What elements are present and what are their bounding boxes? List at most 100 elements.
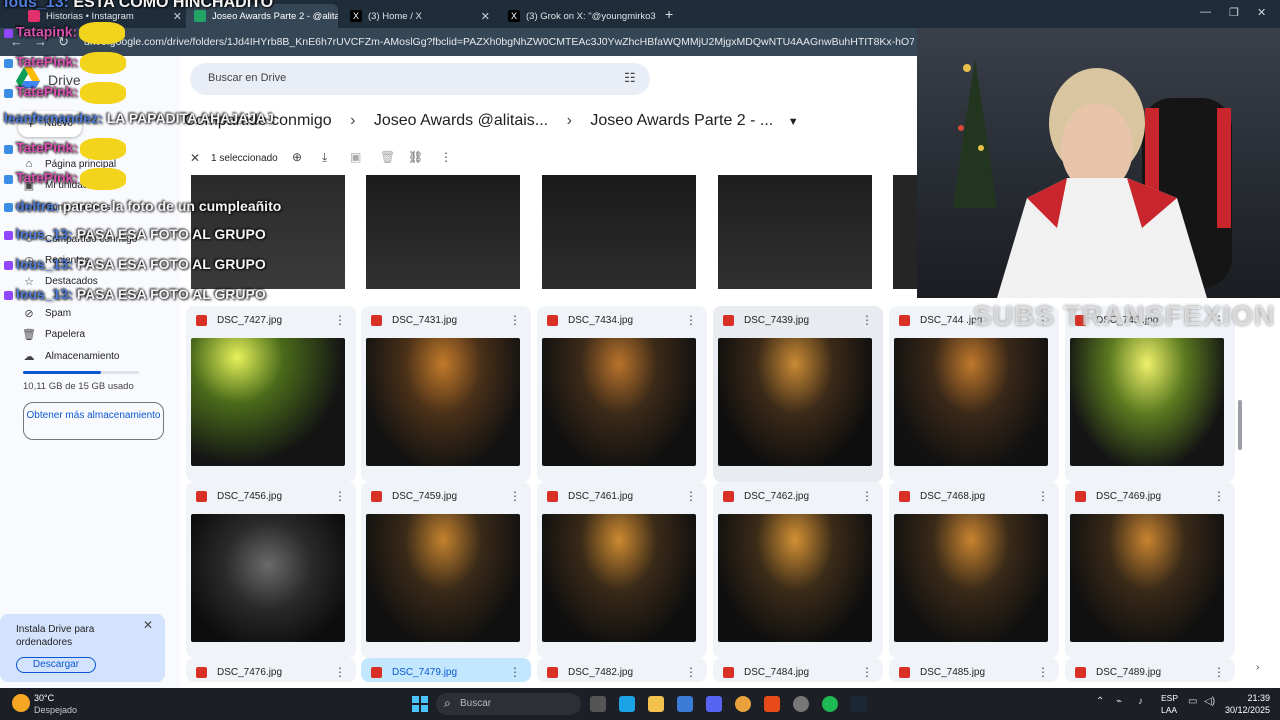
wifi-off-icon[interactable]: ⌁	[1116, 696, 1122, 707]
weather-sun-icon[interactable]	[12, 694, 30, 712]
language-indicator-2[interactable]: LAA	[1161, 705, 1177, 715]
file-explorer-icon[interactable]	[648, 696, 664, 712]
close-window-icon[interactable]: ✕	[1257, 6, 1266, 19]
photo-thumbnail[interactable]	[366, 175, 520, 289]
windows-start-icon[interactable]	[412, 696, 428, 712]
more-vert-icon[interactable]: ⋮	[509, 665, 521, 679]
share-icon[interactable]: ⊕	[292, 150, 302, 164]
tab-grok[interactable]: X (3) Grok on X: "@youngmirko3 ✕	[500, 4, 660, 28]
more-vert-icon[interactable]: ⋮	[1213, 489, 1225, 503]
file-tile[interactable]: DSC_7456.jpg ⋮	[186, 482, 356, 658]
more-vert-icon[interactable]: ⋮	[334, 489, 346, 503]
obs-icon[interactable]	[793, 696, 809, 712]
clear-selection-icon[interactable]: ✕	[190, 151, 200, 165]
close-icon[interactable]: ✕	[143, 618, 153, 632]
tab-x-home[interactable]: X (3) Home / X ✕	[342, 4, 498, 28]
storage-text: 10,11 GB de 15 GB usado	[23, 381, 134, 392]
get-more-storage-button[interactable]: Obtener más almacenamiento	[23, 402, 164, 440]
task-view-icon[interactable]	[590, 696, 606, 712]
network-icon[interactable]: ▭	[1188, 696, 1197, 707]
chevron-down-icon[interactable]: ▼	[788, 116, 799, 128]
more-vert-icon[interactable]: ⋮	[861, 665, 873, 679]
spotify-icon[interactable]	[822, 696, 838, 712]
file-tile[interactable]: DSC_7468.jpg ⋮	[889, 482, 1059, 658]
clock-time[interactable]: 21:39	[1222, 693, 1270, 703]
taskbar-search[interactable]: ⌕ Buscar	[436, 693, 581, 715]
file-tile[interactable]: DSC_7462.jpg ⋮	[713, 482, 883, 658]
file-tile[interactable]: DSC_7461.jpg ⋮	[537, 482, 707, 658]
more-vert-icon[interactable]: ⋮	[685, 665, 697, 679]
file-tile[interactable]: DSC_7476.jpg ⋮	[186, 658, 356, 682]
trash-icon[interactable]: 🗑	[380, 150, 395, 164]
more-vert-icon[interactable]: ⋮	[509, 313, 521, 327]
sidebar-item-trash[interactable]: 🗑 Papelera	[22, 324, 85, 344]
app-icon[interactable]	[764, 696, 780, 712]
url-field[interactable]: drive.google.com/drive/folders/1Jd4IHYrb…	[84, 32, 914, 52]
more-vert-icon[interactable]: ⋮	[685, 489, 697, 503]
badge-icon	[4, 290, 13, 300]
photo-thumbnail[interactable]	[542, 175, 696, 289]
search-input[interactable]: Buscar en Drive	[208, 72, 286, 84]
file-tile[interactable]: DSC_7431.jpg ⋮	[361, 306, 531, 482]
chevron-right-icon[interactable]: ›	[1256, 662, 1259, 673]
more-vert-icon[interactable]: ⋮	[1037, 489, 1049, 503]
filter-icon[interactable]: ☷	[624, 70, 636, 86]
breadcrumb-current[interactable]: Joseo Awards Parte 2 - ...	[590, 112, 773, 129]
minimize-icon[interactable]: —	[1200, 6, 1211, 18]
more-vert-icon[interactable]: ⋮	[334, 313, 346, 327]
chrome-icon[interactable]	[735, 696, 751, 712]
store-icon[interactable]	[677, 696, 693, 712]
edge-icon[interactable]	[619, 696, 635, 712]
more-vert-icon[interactable]: ⋮	[685, 313, 697, 327]
image-file-icon	[1075, 491, 1086, 502]
volume-icon[interactable]: ◁)	[1204, 696, 1215, 707]
language-indicator[interactable]: ESP	[1161, 693, 1178, 703]
more-vert-icon[interactable]: ⋮	[1037, 665, 1049, 679]
file-tile[interactable]: DSC_7459.jpg ⋮	[361, 482, 531, 658]
tab-label: (3) Home / X	[368, 10, 422, 22]
link-icon[interactable]: ⛓	[408, 150, 423, 164]
close-icon[interactable]: ✕	[656, 10, 660, 23]
photo-thumbnail	[1070, 514, 1224, 642]
move-icon[interactable]: ▣	[350, 150, 361, 164]
mic-icon[interactable]: ♪	[1138, 696, 1143, 707]
file-name: DSC_7439.jpg	[744, 315, 810, 326]
sidebar-item-storage[interactable]: ☁ Almacenamiento	[22, 346, 120, 366]
breadcrumb-item[interactable]: Joseo Awards @alitais...	[374, 112, 548, 129]
file-tile[interactable]: DSC_7427.jpg ⋮	[186, 306, 356, 482]
clock-date[interactable]: 30/12/2025	[1222, 705, 1270, 715]
file-tile[interactable]: DSC_7482.jpg ⋮	[537, 658, 707, 682]
more-vert-icon[interactable]: ⋮	[509, 489, 521, 503]
file-tile[interactable]: DSC_7434.jpg ⋮	[537, 306, 707, 482]
chevron-up-icon[interactable]: ⌃	[1096, 696, 1104, 707]
search-bar[interactable]: Buscar en Drive ☷	[190, 63, 650, 95]
discord-icon[interactable]	[706, 696, 722, 712]
new-tab-button[interactable]: +	[665, 6, 673, 22]
more-vert-icon[interactable]: ⋮	[861, 313, 873, 327]
weather-desc[interactable]: Despejado	[34, 705, 77, 715]
file-tile[interactable]: DSC_7485.jpg ⋮	[889, 658, 1059, 682]
close-icon[interactable]: ✕	[473, 10, 490, 23]
more-vert-icon[interactable]: ⋮	[861, 489, 873, 503]
file-tile-selected[interactable]: DSC_7479.jpg ⋮	[361, 658, 531, 682]
file-tile[interactable]: DSC_7439.jpg ⋮	[713, 306, 883, 482]
download-icon[interactable]: ⤓	[322, 150, 327, 165]
file-tile[interactable]: DSC_7489.jpg ⋮	[1065, 658, 1235, 682]
maximize-icon[interactable]: ❐	[1229, 6, 1239, 19]
file-tile[interactable]: DSC_745 .jpg ⋮	[1065, 306, 1235, 482]
steam-icon[interactable]	[851, 696, 867, 712]
file-tile[interactable]: DSC_7484.jpg ⋮	[713, 658, 883, 682]
photo-thumbnail[interactable]	[718, 175, 872, 289]
weather-temp[interactable]: 30°C	[34, 693, 54, 703]
more-vert-icon[interactable]: ⋮	[1213, 665, 1225, 679]
more-vert-icon[interactable]: ⋮	[334, 665, 346, 679]
taskbar-search-input[interactable]: Buscar	[460, 698, 491, 709]
download-button[interactable]: Descargar	[16, 657, 96, 673]
file-tile[interactable]: DSC_7469.jpg ⋮	[1065, 482, 1235, 658]
scrollbar-thumb[interactable]	[1238, 400, 1242, 450]
file-tile[interactable]: DSC_744 .jpg ⋮	[889, 306, 1059, 482]
chat-username: TatePink:	[16, 83, 78, 100]
more-vert-icon[interactable]: ⋮	[440, 150, 452, 164]
sidebar-item-spam[interactable]: ⊘ Spam	[22, 303, 71, 323]
photo-thumbnail[interactable]	[893, 175, 917, 289]
